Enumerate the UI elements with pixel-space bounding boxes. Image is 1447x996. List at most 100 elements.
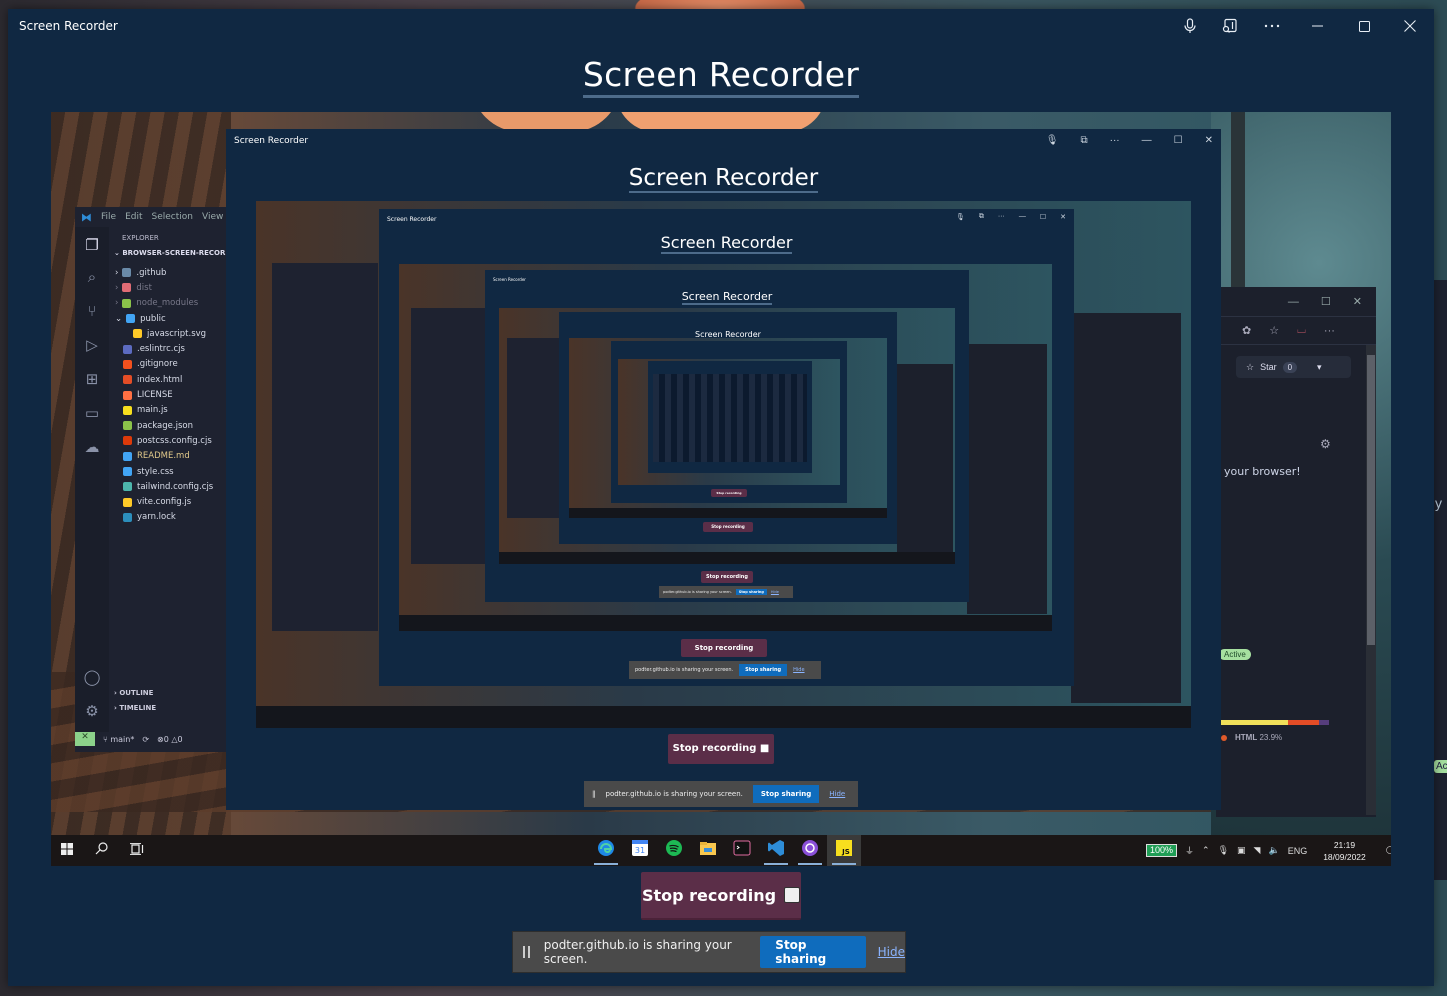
file-icon [123, 359, 132, 369]
power-plug-icon: ⏚ [1185, 846, 1195, 856]
file-item: .eslintrc.cjs [109, 341, 235, 356]
clock: 21:19 18/09/2022 [1323, 839, 1366, 862]
minimize-button[interactable] [1298, 9, 1338, 43]
gear-icon: ⚙ [1320, 437, 1331, 451]
battery-indicator: 100% [1146, 844, 1178, 857]
taskbar-app-file-explorer [691, 835, 725, 866]
language-segment [1219, 720, 1289, 725]
file-name: public [140, 313, 166, 324]
input-language: ENG [1287, 845, 1308, 856]
docker-icon: ☁ [84, 439, 100, 456]
explorer-icon: ❐ [85, 237, 99, 254]
mini-browser [1071, 313, 1181, 703]
svg-text:JS: JS [841, 848, 850, 856]
more-icon: ··· [1323, 324, 1335, 337]
taskbar-app-js-app: JS [827, 835, 861, 866]
screen-recorder-window: Screen Recorder Screen Recorder ⧓ File E… [8, 9, 1434, 986]
file-name: .github [136, 267, 167, 278]
file-item: vite.config.js [109, 494, 235, 509]
peek-badge: Act [1434, 760, 1447, 773]
vscode-sections: › OUTLINE › TIMELINE [109, 689, 156, 719]
file-item: README.md [109, 449, 235, 464]
nested-recorder-2: Screen Recorder 🎙 ⧉ ··· — ☐ ✕ Screen Recorder… [379, 209, 1074, 686]
file-name: node_modules [136, 298, 199, 309]
vscode-menubar: ⧓ File Edit Selection View [75, 207, 235, 227]
sync-icon: ⟳ [142, 734, 150, 744]
edge-icon [597, 839, 615, 862]
wallpaper-pole [1231, 112, 1245, 292]
file-item: index.html [109, 372, 235, 387]
drag-handle-icon[interactable] [523, 946, 532, 958]
vscode-window: ⧓ File Edit Selection View ❐ ⌕ ⑂ ▷ ⊞ ▭ ☁… [75, 207, 235, 752]
title-bar[interactable]: Screen Recorder [8, 9, 1434, 43]
folder-item: › dist [109, 280, 235, 295]
folder-icon [126, 314, 136, 324]
file-name: main.js [137, 405, 168, 416]
nested-recorder-3: Screen Recorder Screen Recorder Screen R… [485, 270, 969, 602]
extensions-icon: ⊞ [85, 371, 99, 388]
active-badge: Active [1219, 649, 1251, 660]
taskbar-app-spotify [657, 835, 691, 866]
nested-recorder-5: Screen Recorder Screen Recorder [611, 341, 847, 503]
language-segment [1288, 720, 1319, 725]
file-icon [123, 497, 132, 507]
background-window-peek: y Act [1433, 280, 1447, 880]
file-icon [123, 467, 132, 476]
file-name: tailwind.config.cjs [137, 481, 214, 492]
folder-item: › .github [109, 265, 235, 280]
task-view-icon [130, 842, 144, 860]
maximize-button[interactable] [1344, 9, 1384, 43]
system-tray: 100% ⏚ ⌃ 🎙 ▣ ◥ 🔈 ENG 21:19 18/09/2022 🗨 [1146, 835, 1391, 866]
search-icon: ⌕ [87, 269, 97, 286]
github-desktop-icon [801, 839, 819, 862]
language-dot [1221, 734, 1227, 741]
collections-icon: ⌴ [1297, 324, 1306, 336]
explorer-title: EXPLORER [122, 234, 159, 242]
vscode-logo-icon: ⧓ [81, 210, 92, 224]
vscode-statusbar: ✕ ⑂ main* ⟳ ⊗0 △0 [75, 732, 235, 746]
cast-button[interactable] [1210, 9, 1250, 43]
close-button[interactable] [1390, 9, 1430, 43]
nested-recorder-4: Screen Recorder Screen Recorder Screen R… [559, 312, 897, 544]
browser-scrollbar [1366, 345, 1376, 815]
project-name: ⌄ BROWSER-SCREEN-RECORD [114, 249, 232, 257]
close-icon: ✕ [1352, 296, 1362, 308]
nested-share-bar: ‖ podter.github.io is sharing your screen… [584, 781, 858, 807]
hide-link[interactable]: Hide [878, 945, 905, 959]
file-name: README.md [137, 451, 190, 462]
star-icon: ☆ [1246, 361, 1255, 372]
tray-app-icon: ▣ [1237, 845, 1246, 855]
language-stat: HTML 23.9% [1221, 733, 1282, 742]
remote-explorer-icon: ▭ [84, 405, 100, 422]
stop-sharing-button[interactable]: Stop sharing [760, 936, 866, 968]
settings-gear-icon: ⚙ [85, 703, 99, 720]
vscode-activity-bar: ❐ ⌕ ⑂ ▷ ⊞ ▭ ☁ ◯ ⚙ [75, 227, 109, 732]
file-name: vite.config.js [137, 497, 192, 508]
file-icon [123, 512, 132, 522]
taskbar-app-vscode [759, 835, 793, 866]
nested-recorder-6: Screen Recorder [648, 361, 812, 473]
page-title: Screen Recorder [582, 55, 860, 98]
cast-icon [1222, 18, 1238, 34]
file-item: style.css [109, 464, 235, 479]
file-name: .eslintrc.cjs [137, 344, 185, 355]
favorites-icon: ☆ [1269, 325, 1280, 337]
taskbar-app-calendar: 31 [623, 835, 657, 866]
more-options-button[interactable] [1252, 9, 1292, 43]
browser-window: — ☐ ✕ ✿ ☆ ⌴ ··· ☆ Star 0 ▾ ⚙ your browse… [1216, 287, 1376, 817]
microphone-button[interactable] [1170, 9, 1210, 43]
terminal-icon [733, 839, 751, 862]
repo-tagline: your browser! [1224, 465, 1301, 478]
window-title: Screen Recorder [19, 19, 118, 33]
vscode-menu-edit: Edit [125, 212, 143, 222]
folder-icon [122, 298, 132, 308]
chevron-up-icon: ⌃ [1202, 845, 1210, 855]
file-item: main.js [109, 403, 235, 418]
account-icon: ◯ [83, 669, 101, 686]
file-name: style.css [137, 466, 174, 477]
file-name: dist [136, 282, 152, 293]
notifications-icon: 🗨 [1384, 844, 1391, 858]
stop-recording-button[interactable]: Stop recording [641, 872, 801, 920]
stop-recording-label: Stop recording [641, 885, 777, 905]
file-name: package.json [137, 420, 193, 431]
